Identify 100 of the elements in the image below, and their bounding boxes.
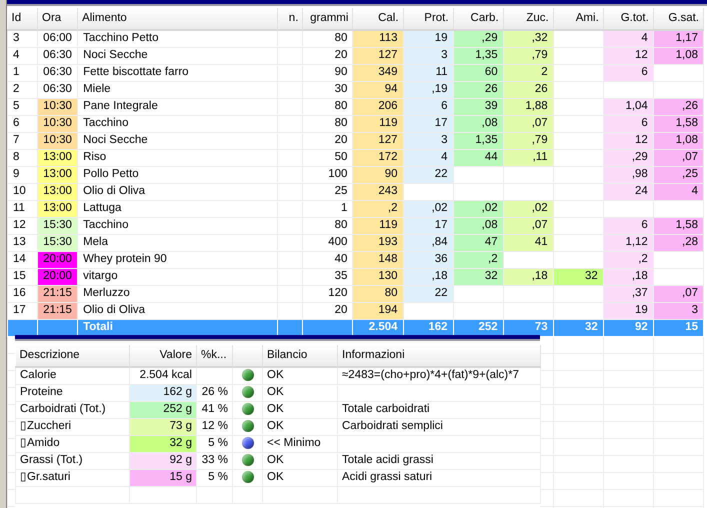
table-cell: 2 xyxy=(8,81,38,98)
table-cell: 26 xyxy=(453,81,504,98)
table-cell: 15:30 xyxy=(38,234,78,251)
table-cell: ▯Zuccheri xyxy=(16,418,130,435)
table-cell: 130 xyxy=(352,268,404,285)
table-cell: Whey protein 90 xyxy=(78,251,278,268)
table-cell: 243 xyxy=(352,183,404,200)
column-header[interactable]: Informazioni xyxy=(338,345,540,367)
column-header[interactable]: Id xyxy=(8,8,38,30)
table-cell: 06:30 xyxy=(38,47,78,64)
column-header[interactable]: Cal. xyxy=(352,8,404,30)
column-header[interactable]: %k... xyxy=(196,345,232,367)
table-cell: 24 xyxy=(603,183,654,200)
table-cell: ,18 xyxy=(403,268,454,285)
table-cell: 3 xyxy=(403,47,454,64)
table-cell: 73 g xyxy=(130,418,196,435)
column-header[interactable]: Bilancio xyxy=(262,345,338,367)
table-cell: 80 xyxy=(352,285,404,302)
table-cell: ,19 xyxy=(403,81,454,98)
table-cell: 193 xyxy=(352,234,404,251)
table-cell: 2.504 kcal xyxy=(130,367,196,384)
table-cell: Tacchino Petto xyxy=(78,30,278,47)
table-cell: ,84 xyxy=(403,234,454,251)
column-header[interactable]: G.sat. xyxy=(653,8,704,30)
column-header[interactable]: Valore xyxy=(130,345,196,367)
table-cell: ,07 xyxy=(503,115,554,132)
table-cell: 17 xyxy=(403,115,454,132)
table-cell: 32 g xyxy=(130,435,196,452)
table-cell: 1,35 xyxy=(453,47,504,64)
table-cell: 12 % xyxy=(196,418,232,435)
table-cell: 4 xyxy=(653,183,704,200)
table-cell: ,29 xyxy=(603,149,654,166)
table-cell: Fette biscottate farro xyxy=(78,64,278,81)
column-header[interactable]: n. xyxy=(278,8,303,30)
table-cell: 10:30 xyxy=(38,132,78,149)
table-cell: OK xyxy=(262,418,338,435)
table-cell: 2 xyxy=(503,64,554,81)
table-cell: OK xyxy=(262,452,338,469)
table-cell: 119 xyxy=(352,115,404,132)
table-cell: OK xyxy=(262,367,338,384)
table-cell: 13:00 xyxy=(38,200,78,217)
total-cell: 92 xyxy=(603,319,654,336)
column-header[interactable]: Zuc. xyxy=(503,8,554,30)
table-cell: 5 % xyxy=(196,435,232,452)
table-cell: 252 g xyxy=(130,401,196,418)
table-cell: Acidi grassi saturi xyxy=(338,469,540,486)
table-cell: Carboidrati (Tot.) xyxy=(16,401,130,418)
table-cell: 6 xyxy=(403,98,454,115)
column-header[interactable]: Ora xyxy=(38,8,78,30)
column-header[interactable]: Carb. xyxy=(453,8,504,30)
column-header[interactable]: grammi xyxy=(302,8,353,30)
table-cell: ,98 xyxy=(603,166,654,183)
table-cell: ,07 xyxy=(503,217,554,234)
table-cell: 1,35 xyxy=(453,132,504,149)
table-cell: ,2 xyxy=(352,200,404,217)
table-cell: ,2 xyxy=(603,251,654,268)
table-cell: 06:30 xyxy=(38,81,78,98)
table-cell: ,25 xyxy=(653,166,704,183)
table-cell: 1,12 xyxy=(603,234,654,251)
table-cell: 26 xyxy=(503,81,554,98)
table-cell: Calorie xyxy=(16,367,130,384)
column-header[interactable]: Ami. xyxy=(553,8,604,30)
total-cell: 32 xyxy=(553,319,604,336)
table-cell: Totale carboidrati xyxy=(338,401,540,418)
table-cell: 15:30 xyxy=(38,217,78,234)
table-cell: 162 g xyxy=(130,384,196,401)
table-cell: Pane Integrale xyxy=(78,98,278,115)
table-cell: 1 xyxy=(8,64,38,81)
table-cell: 206 xyxy=(352,98,404,115)
table-cell: Pollo Petto xyxy=(78,166,278,183)
table-cell: 3 xyxy=(653,302,704,319)
column-header[interactable]: Alimento xyxy=(78,8,278,30)
table-cell: 13:00 xyxy=(38,183,78,200)
table-cell: ,02 xyxy=(453,200,504,217)
table-cell: ,08 xyxy=(453,115,504,132)
table-cell: 22 xyxy=(403,166,454,183)
table-cell: vitargo xyxy=(78,268,278,285)
table-cell: Olio di Oliva xyxy=(78,183,278,200)
table-cell: 5 % xyxy=(196,469,232,486)
column-header[interactable]: G.tot. xyxy=(603,8,654,30)
table-cell: 3 xyxy=(8,30,38,47)
table-cell: OK xyxy=(262,401,338,418)
column-header[interactable]: Descrizione xyxy=(16,345,130,367)
table-cell: 19 xyxy=(603,302,654,319)
table-cell: 6 xyxy=(603,115,654,132)
table-cell: ,32 xyxy=(503,30,554,47)
table-cell: 32 xyxy=(453,268,504,285)
table-cell: 32 xyxy=(553,268,604,285)
table-cell: Proteine xyxy=(16,384,130,401)
table-cell: Grassi (Tot.) xyxy=(16,452,130,469)
table-cell: 10:30 xyxy=(38,115,78,132)
table-cell: 1,17 xyxy=(653,30,704,47)
table-cell: Tacchino xyxy=(78,217,278,234)
table-cell: Tacchino xyxy=(78,115,278,132)
table-cell: Mela xyxy=(78,234,278,251)
table-cell: 1,04 xyxy=(603,98,654,115)
table-cell: 194 xyxy=(352,302,404,319)
column-header[interactable]: Prot. xyxy=(403,8,454,30)
table-cell: 4 xyxy=(8,47,38,64)
table-cell: 4 xyxy=(603,30,654,47)
